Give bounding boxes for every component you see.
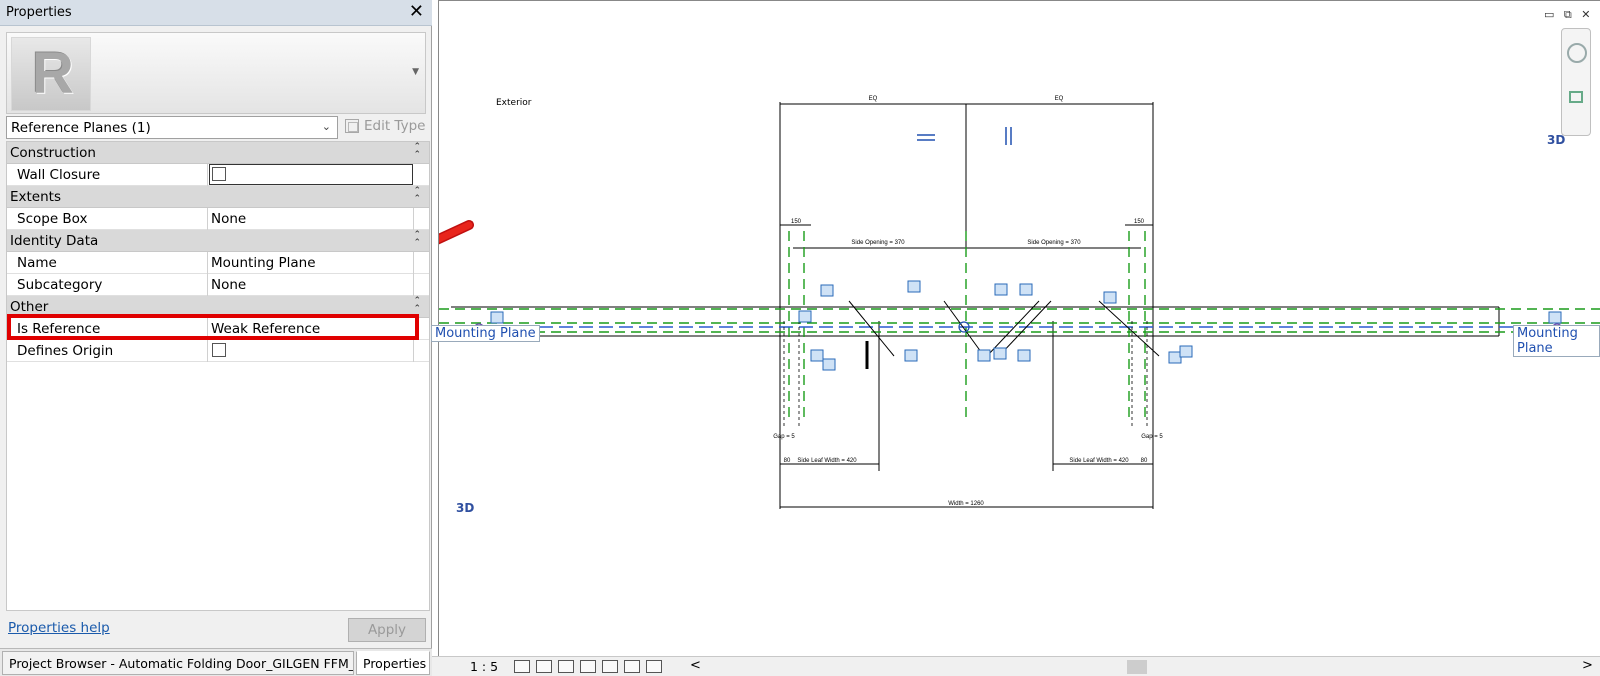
properties-help-link[interactable]: Properties help <box>8 620 110 636</box>
detail-level-icon[interactable] <box>514 660 530 673</box>
group-label: Other <box>10 299 49 315</box>
red-annotation-arrow <box>439 220 474 245</box>
property-row-scope-box[interactable]: Scope Box None <box>7 208 429 230</box>
plan-view-drawing: EQ EQ 150 150 Side Opening = 370 Side Op… <box>439 96 1600 509</box>
dimension-gap-left: Gap = 5 <box>773 434 795 440</box>
sun-path-icon[interactable] <box>558 660 574 673</box>
temporary-hide-icon[interactable] <box>646 660 662 673</box>
edit-type-label: Edit Type <box>364 118 426 134</box>
properties-grid: Construction ⌃ ⌃ Wall Closure Extents ⌃ ⌃ … <box>6 141 430 611</box>
dimension-150-right: 150 <box>1134 219 1145 225</box>
edit-type-button[interactable]: Edit Type <box>342 116 428 139</box>
mounting-plane-label-right[interactable]: Mounting Plane <box>1513 325 1600 357</box>
property-value[interactable]: None <box>211 211 246 227</box>
group-extents[interactable]: Extents ⌃ ⌃ <box>7 186 429 208</box>
property-label: Scope Box <box>17 211 88 227</box>
defines-origin-checkbox[interactable] <box>212 343 226 357</box>
3d-toggle-left[interactable]: 3D <box>456 501 474 515</box>
collapse-icon[interactable]: ⌃ ⌃ <box>413 143 421 160</box>
group-label: Extents <box>10 189 62 205</box>
chevron-down-icon[interactable]: ⌄ <box>322 120 331 133</box>
visual-style-icon[interactable] <box>536 660 552 673</box>
dimension-side-opening-left: Side Opening = 370 <box>851 240 905 246</box>
group-construction[interactable]: Construction ⌃ ⌃ <box>7 142 429 164</box>
group-identity-data[interactable]: Identity Data ⌃ ⌃ <box>7 230 429 252</box>
tab-project-browser[interactable]: Project Browser - Automatic Folding Door… <box>2 651 354 675</box>
view-scale[interactable]: 1 : 5 <box>470 659 498 674</box>
revit-logo-icon: R <box>11 37 91 111</box>
navigation-bar <box>1561 28 1591 136</box>
tab-properties[interactable]: Properties <box>356 651 430 675</box>
property-label: Defines Origin <box>17 343 114 359</box>
property-row-wall-closure: Wall Closure <box>7 164 429 186</box>
view-control-bar: 1 : 5 < > <box>432 656 1600 676</box>
group-label: Identity Data <box>10 233 99 249</box>
type-selector-value: Reference Planes (1) <box>11 120 151 136</box>
collapse-icon[interactable]: ⌃ ⌃ <box>413 297 421 314</box>
property-row-defines-origin: Defines Origin <box>7 340 429 362</box>
properties-palette: Properties ✕ R ▼ Reference Planes (1) ⌄ … <box>0 0 432 676</box>
shadows-icon[interactable] <box>580 660 596 673</box>
property-label: Subcategory <box>17 277 103 293</box>
scroll-left-arrow[interactable]: < <box>690 658 701 673</box>
chevron-down-icon[interactable]: ▼ <box>412 67 419 77</box>
view-window-controls[interactable]: ▭ ⧉ ✕ <box>1544 8 1593 22</box>
dimension-side-opening-right: Side Opening = 370 <box>1027 240 1081 246</box>
property-label: Name <box>17 255 57 271</box>
highlight-box <box>7 314 419 340</box>
apply-button[interactable]: Apply <box>348 618 426 642</box>
horizontal-scrollbar-thumb[interactable] <box>1127 660 1147 674</box>
property-value[interactable]: Mounting Plane <box>211 255 316 271</box>
exterior-label: Exterior <box>496 98 532 108</box>
dimension-side-leaf-left: Side Leaf Width = 420 <box>797 458 857 464</box>
zoom-icon[interactable] <box>1569 91 1583 103</box>
wall-closure-field[interactable] <box>209 164 413 185</box>
type-selector[interactable]: Reference Planes (1) ⌄ <box>6 116 338 139</box>
dimension-150-left: 150 <box>791 219 802 225</box>
type-preview[interactable]: R ▼ <box>6 32 426 114</box>
crop-view-icon[interactable] <box>602 660 618 673</box>
palette-title-bar: Properties ✕ <box>0 0 432 26</box>
dimension-eq-right: EQ <box>1055 96 1064 102</box>
dimension-80-right: 80 <box>1141 458 1148 464</box>
edit-type-icon <box>345 119 359 133</box>
steering-wheel-icon[interactable] <box>1567 43 1587 63</box>
property-row-subcategory[interactable]: Subcategory None <box>7 274 429 296</box>
dimension-80-left: 80 <box>784 458 791 464</box>
wall-closure-checkbox[interactable] <box>212 167 226 181</box>
property-value[interactable]: None <box>211 277 246 293</box>
dimension-eq-left: EQ <box>869 96 878 102</box>
dimension-side-leaf-right: Side Leaf Width = 420 <box>1069 458 1129 464</box>
scroll-right-arrow[interactable]: > <box>1582 658 1593 673</box>
group-label: Construction <box>10 145 96 161</box>
palette-tab-strip: Project Browser - Automatic Folding Door… <box>0 648 432 676</box>
property-row-name[interactable]: Name Mounting Plane <box>7 252 429 274</box>
mounting-plane-label-left[interactable]: Mounting Plane <box>431 325 540 342</box>
palette-title: Properties <box>6 5 72 20</box>
dimension-width: Width = 1260 <box>948 501 984 507</box>
close-icon[interactable]: ✕ <box>409 1 424 22</box>
collapse-icon[interactable]: ⌃ ⌃ <box>413 231 421 248</box>
show-crop-icon[interactable] <box>624 660 640 673</box>
dimension-gap-right: Gap = 5 <box>1141 434 1163 440</box>
collapse-icon[interactable]: ⌃ ⌃ <box>413 187 421 204</box>
property-label: Wall Closure <box>17 167 101 183</box>
drawing-area[interactable]: EQ EQ 150 150 Side Opening = 370 Side Op… <box>431 0 1600 656</box>
